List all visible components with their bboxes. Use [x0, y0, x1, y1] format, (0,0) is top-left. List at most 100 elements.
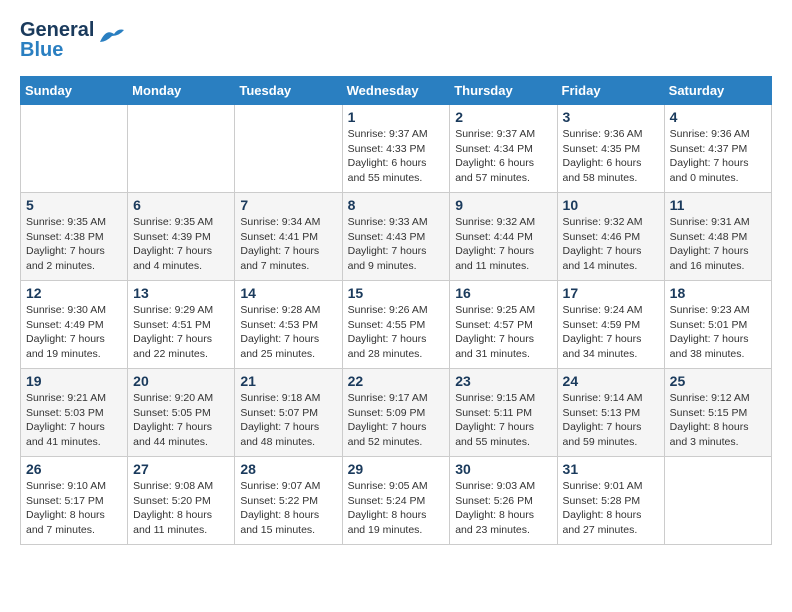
day-info: Sunrise: 9:25 AM Sunset: 4:57 PM Dayligh… [455, 303, 551, 362]
day-number: 5 [26, 197, 122, 213]
calendar-cell: 5 Sunrise: 9:35 AM Sunset: 4:38 PM Daylig… [21, 193, 128, 281]
weekday-header-thursday: Thursday [450, 77, 557, 105]
day-number: 23 [455, 373, 551, 389]
day-info: Sunrise: 9:29 AM Sunset: 4:51 PM Dayligh… [133, 303, 229, 362]
logo-general-text: General [20, 20, 94, 40]
day-info: Sunrise: 9:07 AM Sunset: 5:22 PM Dayligh… [240, 479, 336, 538]
calendar-table: SundayMondayTuesdayWednesdayThursdayFrid… [20, 76, 772, 545]
day-number: 19 [26, 373, 122, 389]
day-number: 24 [563, 373, 659, 389]
calendar-cell: 2 Sunrise: 9:37 AM Sunset: 4:34 PM Daylig… [450, 105, 557, 193]
calendar-cell: 31 Sunrise: 9:01 AM Sunset: 5:28 PM Dayli… [557, 457, 664, 545]
calendar-cell: 10 Sunrise: 9:32 AM Sunset: 4:46 PM Dayli… [557, 193, 664, 281]
day-info: Sunrise: 9:24 AM Sunset: 4:59 PM Dayligh… [563, 303, 659, 362]
logo-blue-text: Blue [20, 40, 94, 60]
day-info: Sunrise: 9:32 AM Sunset: 4:44 PM Dayligh… [455, 215, 551, 274]
calendar-cell: 26 Sunrise: 9:10 AM Sunset: 5:17 PM Dayli… [21, 457, 128, 545]
day-info: Sunrise: 9:37 AM Sunset: 4:34 PM Dayligh… [455, 127, 551, 186]
day-number: 21 [240, 373, 336, 389]
weekday-header-row: SundayMondayTuesdayWednesdayThursdayFrid… [21, 77, 772, 105]
day-number: 29 [348, 461, 445, 477]
calendar-cell: 13 Sunrise: 9:29 AM Sunset: 4:51 PM Dayli… [128, 281, 235, 369]
calendar-cell [128, 105, 235, 193]
calendar-cell: 15 Sunrise: 9:26 AM Sunset: 4:55 PM Dayli… [342, 281, 450, 369]
day-info: Sunrise: 9:36 AM Sunset: 4:37 PM Dayligh… [670, 127, 766, 186]
weekday-header-saturday: Saturday [664, 77, 771, 105]
weekday-header-friday: Friday [557, 77, 664, 105]
day-number: 17 [563, 285, 659, 301]
day-info: Sunrise: 9:23 AM Sunset: 5:01 PM Dayligh… [670, 303, 766, 362]
calendar-cell: 27 Sunrise: 9:08 AM Sunset: 5:20 PM Dayli… [128, 457, 235, 545]
calendar-cell: 21 Sunrise: 9:18 AM Sunset: 5:07 PM Dayli… [235, 369, 342, 457]
day-number: 10 [563, 197, 659, 213]
day-info: Sunrise: 9:10 AM Sunset: 5:17 PM Dayligh… [26, 479, 122, 538]
day-info: Sunrise: 9:12 AM Sunset: 5:15 PM Dayligh… [670, 391, 766, 450]
day-info: Sunrise: 9:28 AM Sunset: 4:53 PM Dayligh… [240, 303, 336, 362]
day-number: 6 [133, 197, 229, 213]
calendar-cell: 1 Sunrise: 9:37 AM Sunset: 4:33 PM Daylig… [342, 105, 450, 193]
day-number: 12 [26, 285, 122, 301]
calendar-cell: 19 Sunrise: 9:21 AM Sunset: 5:03 PM Dayli… [21, 369, 128, 457]
calendar-cell: 23 Sunrise: 9:15 AM Sunset: 5:11 PM Dayli… [450, 369, 557, 457]
calendar-cell: 16 Sunrise: 9:25 AM Sunset: 4:57 PM Dayli… [450, 281, 557, 369]
day-number: 11 [670, 197, 766, 213]
calendar-cell: 8 Sunrise: 9:33 AM Sunset: 4:43 PM Daylig… [342, 193, 450, 281]
day-info: Sunrise: 9:35 AM Sunset: 4:38 PM Dayligh… [26, 215, 122, 274]
day-number: 31 [563, 461, 659, 477]
day-info: Sunrise: 9:35 AM Sunset: 4:39 PM Dayligh… [133, 215, 229, 274]
calendar-cell: 24Sunrise: 9:14 AM Sunset: 5:13 PM Dayli… [557, 369, 664, 457]
calendar-week-row: 26 Sunrise: 9:10 AM Sunset: 5:17 PM Dayli… [21, 457, 772, 545]
day-info: Sunrise: 9:03 AM Sunset: 5:26 PM Dayligh… [455, 479, 551, 538]
day-info: Sunrise: 9:32 AM Sunset: 4:46 PM Dayligh… [563, 215, 659, 274]
calendar-cell: 14Sunrise: 9:28 AM Sunset: 4:53 PM Dayli… [235, 281, 342, 369]
day-info: Sunrise: 9:08 AM Sunset: 5:20 PM Dayligh… [133, 479, 229, 538]
day-info: Sunrise: 9:20 AM Sunset: 5:05 PM Dayligh… [133, 391, 229, 450]
day-number: 25 [670, 373, 766, 389]
day-number: 27 [133, 461, 229, 477]
day-info: Sunrise: 9:01 AM Sunset: 5:28 PM Dayligh… [563, 479, 659, 538]
day-info: Sunrise: 9:26 AM Sunset: 4:55 PM Dayligh… [348, 303, 445, 362]
weekday-header-sunday: Sunday [21, 77, 128, 105]
day-info: Sunrise: 9:17 AM Sunset: 5:09 PM Dayligh… [348, 391, 445, 450]
day-info: Sunrise: 9:21 AM Sunset: 5:03 PM Dayligh… [26, 391, 122, 450]
day-info: Sunrise: 9:15 AM Sunset: 5:11 PM Dayligh… [455, 391, 551, 450]
day-info: Sunrise: 9:30 AM Sunset: 4:49 PM Dayligh… [26, 303, 122, 362]
calendar-cell: 29 Sunrise: 9:05 AM Sunset: 5:24 PM Dayli… [342, 457, 450, 545]
day-number: 16 [455, 285, 551, 301]
calendar-cell: 7 Sunrise: 9:34 AM Sunset: 4:41 PM Daylig… [235, 193, 342, 281]
weekday-header-tuesday: Tuesday [235, 77, 342, 105]
day-info: Sunrise: 9:37 AM Sunset: 4:33 PM Dayligh… [348, 127, 445, 186]
day-number: 22 [348, 373, 445, 389]
day-info: Sunrise: 9:34 AM Sunset: 4:41 PM Dayligh… [240, 215, 336, 274]
calendar-cell [21, 105, 128, 193]
day-info: Sunrise: 9:05 AM Sunset: 5:24 PM Dayligh… [348, 479, 445, 538]
day-number: 9 [455, 197, 551, 213]
calendar-cell [664, 457, 771, 545]
day-number: 8 [348, 197, 445, 213]
calendar-week-row: 5 Sunrise: 9:35 AM Sunset: 4:38 PM Daylig… [21, 193, 772, 281]
weekday-header-wednesday: Wednesday [342, 77, 450, 105]
day-number: 2 [455, 109, 551, 125]
day-info: Sunrise: 9:31 AM Sunset: 4:48 PM Dayligh… [670, 215, 766, 274]
day-number: 3 [563, 109, 659, 125]
page-header: General Blue [20, 20, 772, 60]
day-number: 4 [670, 109, 766, 125]
day-number: 26 [26, 461, 122, 477]
day-info: Sunrise: 9:36 AM Sunset: 4:35 PM Dayligh… [563, 127, 659, 186]
day-info: Sunrise: 9:18 AM Sunset: 5:07 PM Dayligh… [240, 391, 336, 450]
day-number: 30 [455, 461, 551, 477]
calendar-cell: 6 Sunrise: 9:35 AM Sunset: 4:39 PM Daylig… [128, 193, 235, 281]
day-number: 15 [348, 285, 445, 301]
calendar-cell [235, 105, 342, 193]
day-number: 20 [133, 373, 229, 389]
calendar-week-row: 1 Sunrise: 9:37 AM Sunset: 4:33 PM Daylig… [21, 105, 772, 193]
day-info: Sunrise: 9:33 AM Sunset: 4:43 PM Dayligh… [348, 215, 445, 274]
day-number: 7 [240, 197, 336, 213]
calendar-cell: 12 Sunrise: 9:30 AM Sunset: 4:49 PM Dayli… [21, 281, 128, 369]
day-number: 13 [133, 285, 229, 301]
calendar-cell: 22 Sunrise: 9:17 AM Sunset: 5:09 PM Dayli… [342, 369, 450, 457]
calendar-cell: 4 Sunrise: 9:36 AM Sunset: 4:37 PM Daylig… [664, 105, 771, 193]
logo-container: General Blue [20, 20, 124, 60]
day-number: 1 [348, 109, 445, 125]
calendar-cell: 18Sunrise: 9:23 AM Sunset: 5:01 PM Dayli… [664, 281, 771, 369]
